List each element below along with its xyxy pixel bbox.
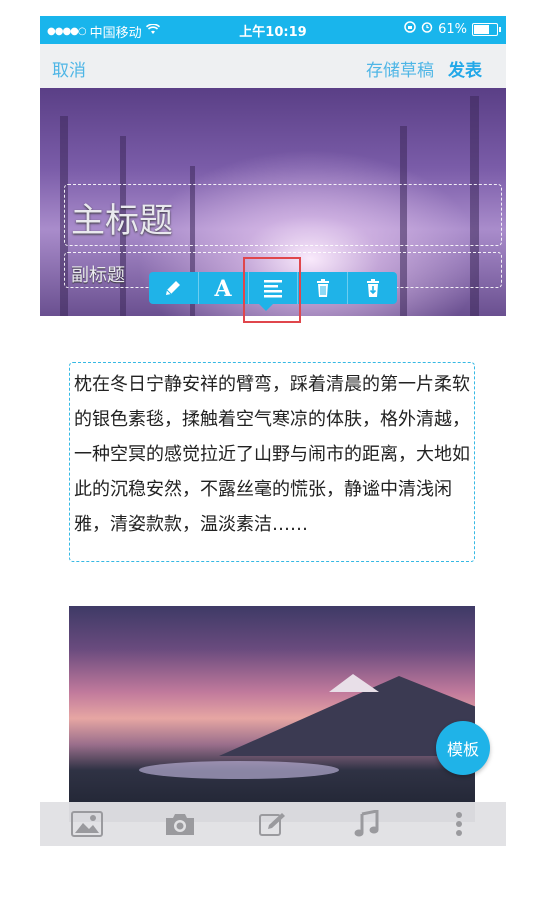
- title-text: 主标题: [71, 201, 173, 241]
- selected-tool-highlight: [243, 257, 301, 323]
- font-icon[interactable]: A: [197, 272, 248, 304]
- cancel-button[interactable]: 取消: [52, 56, 86, 81]
- trash-download-icon[interactable]: [347, 272, 397, 304]
- article-text-box[interactable]: 枕在冬日宁静安祥的臂弯，踩着清晨的第一片柔软的银色素毯，揉触着空气寒凉的体肤，格…: [69, 362, 475, 562]
- subtitle-text: 副标题: [71, 265, 125, 286]
- save-draft-button[interactable]: 存储草稿: [366, 56, 434, 81]
- snowcap-shape: [329, 674, 379, 692]
- status-bar: ●●●●○ 中国移动 上午10:19 61%: [40, 16, 506, 44]
- bottom-toolbar: [40, 802, 506, 846]
- svg-text:A: A: [214, 277, 233, 299]
- phone-screen: ●●●●○ 中国移动 上午10:19 61% 取消 存储草稿 发表 主标题 副标…: [40, 16, 506, 846]
- camera-icon[interactable]: [133, 802, 226, 846]
- publish-button[interactable]: 发表: [448, 56, 482, 81]
- nav-bar: 取消 存储草稿 发表: [40, 44, 506, 88]
- title-field[interactable]: 主标题: [64, 184, 502, 246]
- battery-fill: [474, 24, 489, 34]
- trash-icon[interactable]: [297, 272, 347, 304]
- pencil-icon[interactable]: [149, 272, 198, 304]
- battery-percent: 61%: [438, 21, 467, 37]
- article-text: 枕在冬日宁静安祥的臂弯，踩着清晨的第一片柔软的银色素毯，揉触着空气寒凉的体肤，格…: [74, 374, 470, 535]
- rotation-lock-icon: [404, 21, 416, 37]
- music-icon[interactable]: [320, 802, 413, 846]
- alarm-icon: [421, 21, 433, 37]
- status-right: 61%: [404, 21, 501, 37]
- mountain-photo[interactable]: [69, 606, 475, 822]
- template-button[interactable]: 模板: [436, 721, 490, 775]
- edit-icon[interactable]: [226, 802, 319, 846]
- image-icon[interactable]: [40, 802, 133, 846]
- template-label: 模板: [446, 740, 479, 759]
- battery-icon: [472, 22, 501, 36]
- lake-shape: [139, 761, 339, 779]
- more-icon[interactable]: [413, 802, 506, 846]
